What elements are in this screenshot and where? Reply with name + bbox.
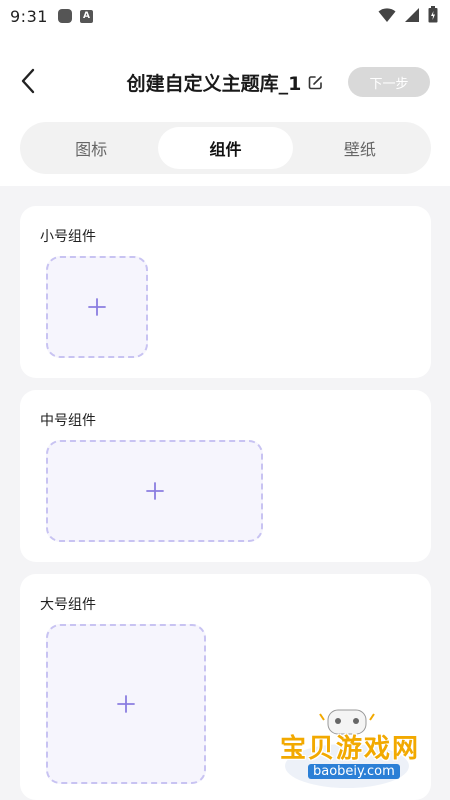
edit-icon bbox=[308, 76, 322, 90]
header: 创建自定义主题库_1 下一步 bbox=[0, 55, 450, 107]
notification-app-icon bbox=[57, 9, 72, 23]
medium-widget-title: 中号组件 bbox=[40, 413, 96, 429]
notification-a-icon: A bbox=[79, 9, 93, 23]
status-system-icons bbox=[378, 6, 438, 23]
small-widget-title: 小号组件 bbox=[40, 229, 96, 245]
plus-icon bbox=[88, 298, 106, 316]
add-medium-widget-slot[interactable] bbox=[46, 440, 263, 542]
page-title: 创建自定义主题库_1 bbox=[126, 73, 302, 95]
plus-icon bbox=[145, 482, 164, 500]
watermark-url: baobeiy.com bbox=[308, 764, 400, 779]
small-widget-card: 小号组件 bbox=[20, 206, 431, 378]
status-time: 9:31 bbox=[10, 6, 48, 26]
tab-bar: 图标 组件 壁纸 bbox=[20, 122, 431, 174]
battery-icon bbox=[428, 6, 438, 23]
tab-widgets[interactable]: 组件 bbox=[158, 127, 293, 169]
add-large-widget-slot[interactable] bbox=[46, 624, 206, 784]
watermark: 宝贝游戏网 baobeiy.com bbox=[272, 706, 422, 790]
large-widget-title: 大号组件 bbox=[40, 597, 96, 613]
status-bar: 9:31 A bbox=[0, 0, 450, 32]
status-notification-icons: A bbox=[57, 9, 93, 23]
next-step-button[interactable]: 下一步 bbox=[348, 67, 430, 97]
cellular-signal-icon bbox=[405, 7, 419, 22]
tab-icons[interactable]: 图标 bbox=[24, 127, 158, 169]
wifi-icon bbox=[378, 7, 396, 22]
medium-widget-card: 中号组件 bbox=[20, 390, 431, 562]
add-small-widget-slot[interactable] bbox=[46, 256, 148, 358]
watermark-text: 宝贝游戏网 bbox=[280, 734, 421, 764]
plus-icon bbox=[117, 695, 135, 713]
tab-wallpaper[interactable]: 壁纸 bbox=[293, 127, 427, 169]
edit-title-button[interactable] bbox=[307, 75, 323, 91]
